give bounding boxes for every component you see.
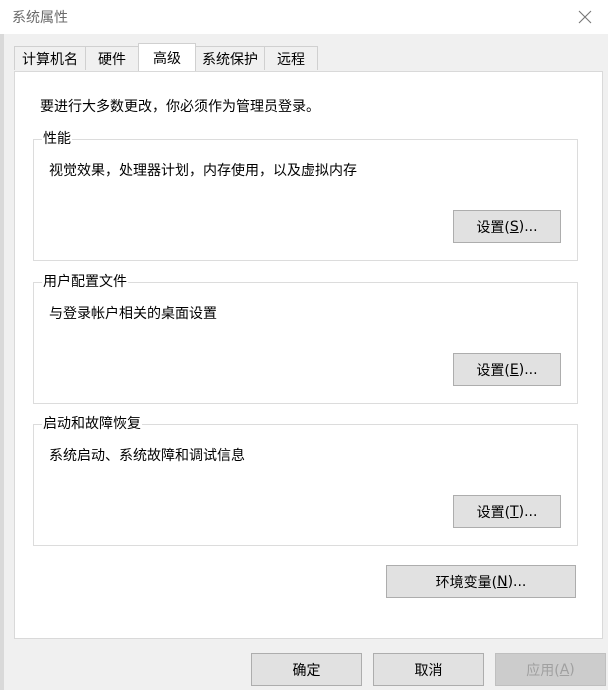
- user-profile-group: 用户配置文件 与登录帐户相关的桌面设置 设置(E)...: [33, 273, 578, 404]
- tab-system-protection[interactable]: 系统保护: [195, 46, 265, 70]
- user-profile-desc: 与登录帐户相关的桌面设置: [49, 306, 217, 322]
- performance-desc: 视觉效果，处理器计划，内存使用，以及虚拟内存: [49, 163, 357, 179]
- performance-group: 性能 视觉效果，处理器计划，内存使用，以及虚拟内存 设置(S)...: [33, 130, 578, 261]
- window-title: 系统属性: [12, 10, 68, 26]
- admin-notice: 要进行大多数更改，你必须作为管理员登录。: [40, 99, 320, 115]
- tab-advanced[interactable]: 高级: [138, 43, 196, 71]
- startup-recovery-desc: 系统启动、系统故障和调试信息: [49, 448, 245, 464]
- apply-button[interactable]: 应用(A): [495, 653, 606, 686]
- close-icon: [578, 10, 592, 24]
- tab-computer-name[interactable]: 计算机名: [14, 46, 86, 70]
- title-bar: 系统属性: [0, 0, 608, 34]
- startup-recovery-group: 启动和故障恢复 系统启动、系统故障和调试信息 设置(T)...: [33, 415, 578, 546]
- environment-variables-button[interactable]: 环境变量(N)...: [386, 565, 576, 598]
- ok-button[interactable]: 确定: [251, 653, 362, 686]
- startup-recovery-title: 启动和故障恢复: [42, 415, 142, 433]
- performance-title: 性能: [42, 130, 72, 148]
- tab-remote[interactable]: 远程: [264, 46, 318, 70]
- user-profile-settings-button[interactable]: 设置(E)...: [453, 353, 561, 386]
- background-window-edge: [0, 34, 4, 690]
- startup-recovery-settings-button[interactable]: 设置(T)...: [453, 495, 561, 528]
- tab-hardware[interactable]: 硬件: [85, 46, 139, 70]
- cancel-button[interactable]: 取消: [373, 653, 484, 686]
- performance-settings-button[interactable]: 设置(S)...: [453, 210, 561, 243]
- user-profile-title: 用户配置文件: [42, 273, 128, 291]
- close-button[interactable]: [562, 0, 608, 34]
- advanced-panel: 要进行大多数更改，你必须作为管理员登录。 性能 视觉效果，处理器计划，内存使用，…: [14, 71, 603, 639]
